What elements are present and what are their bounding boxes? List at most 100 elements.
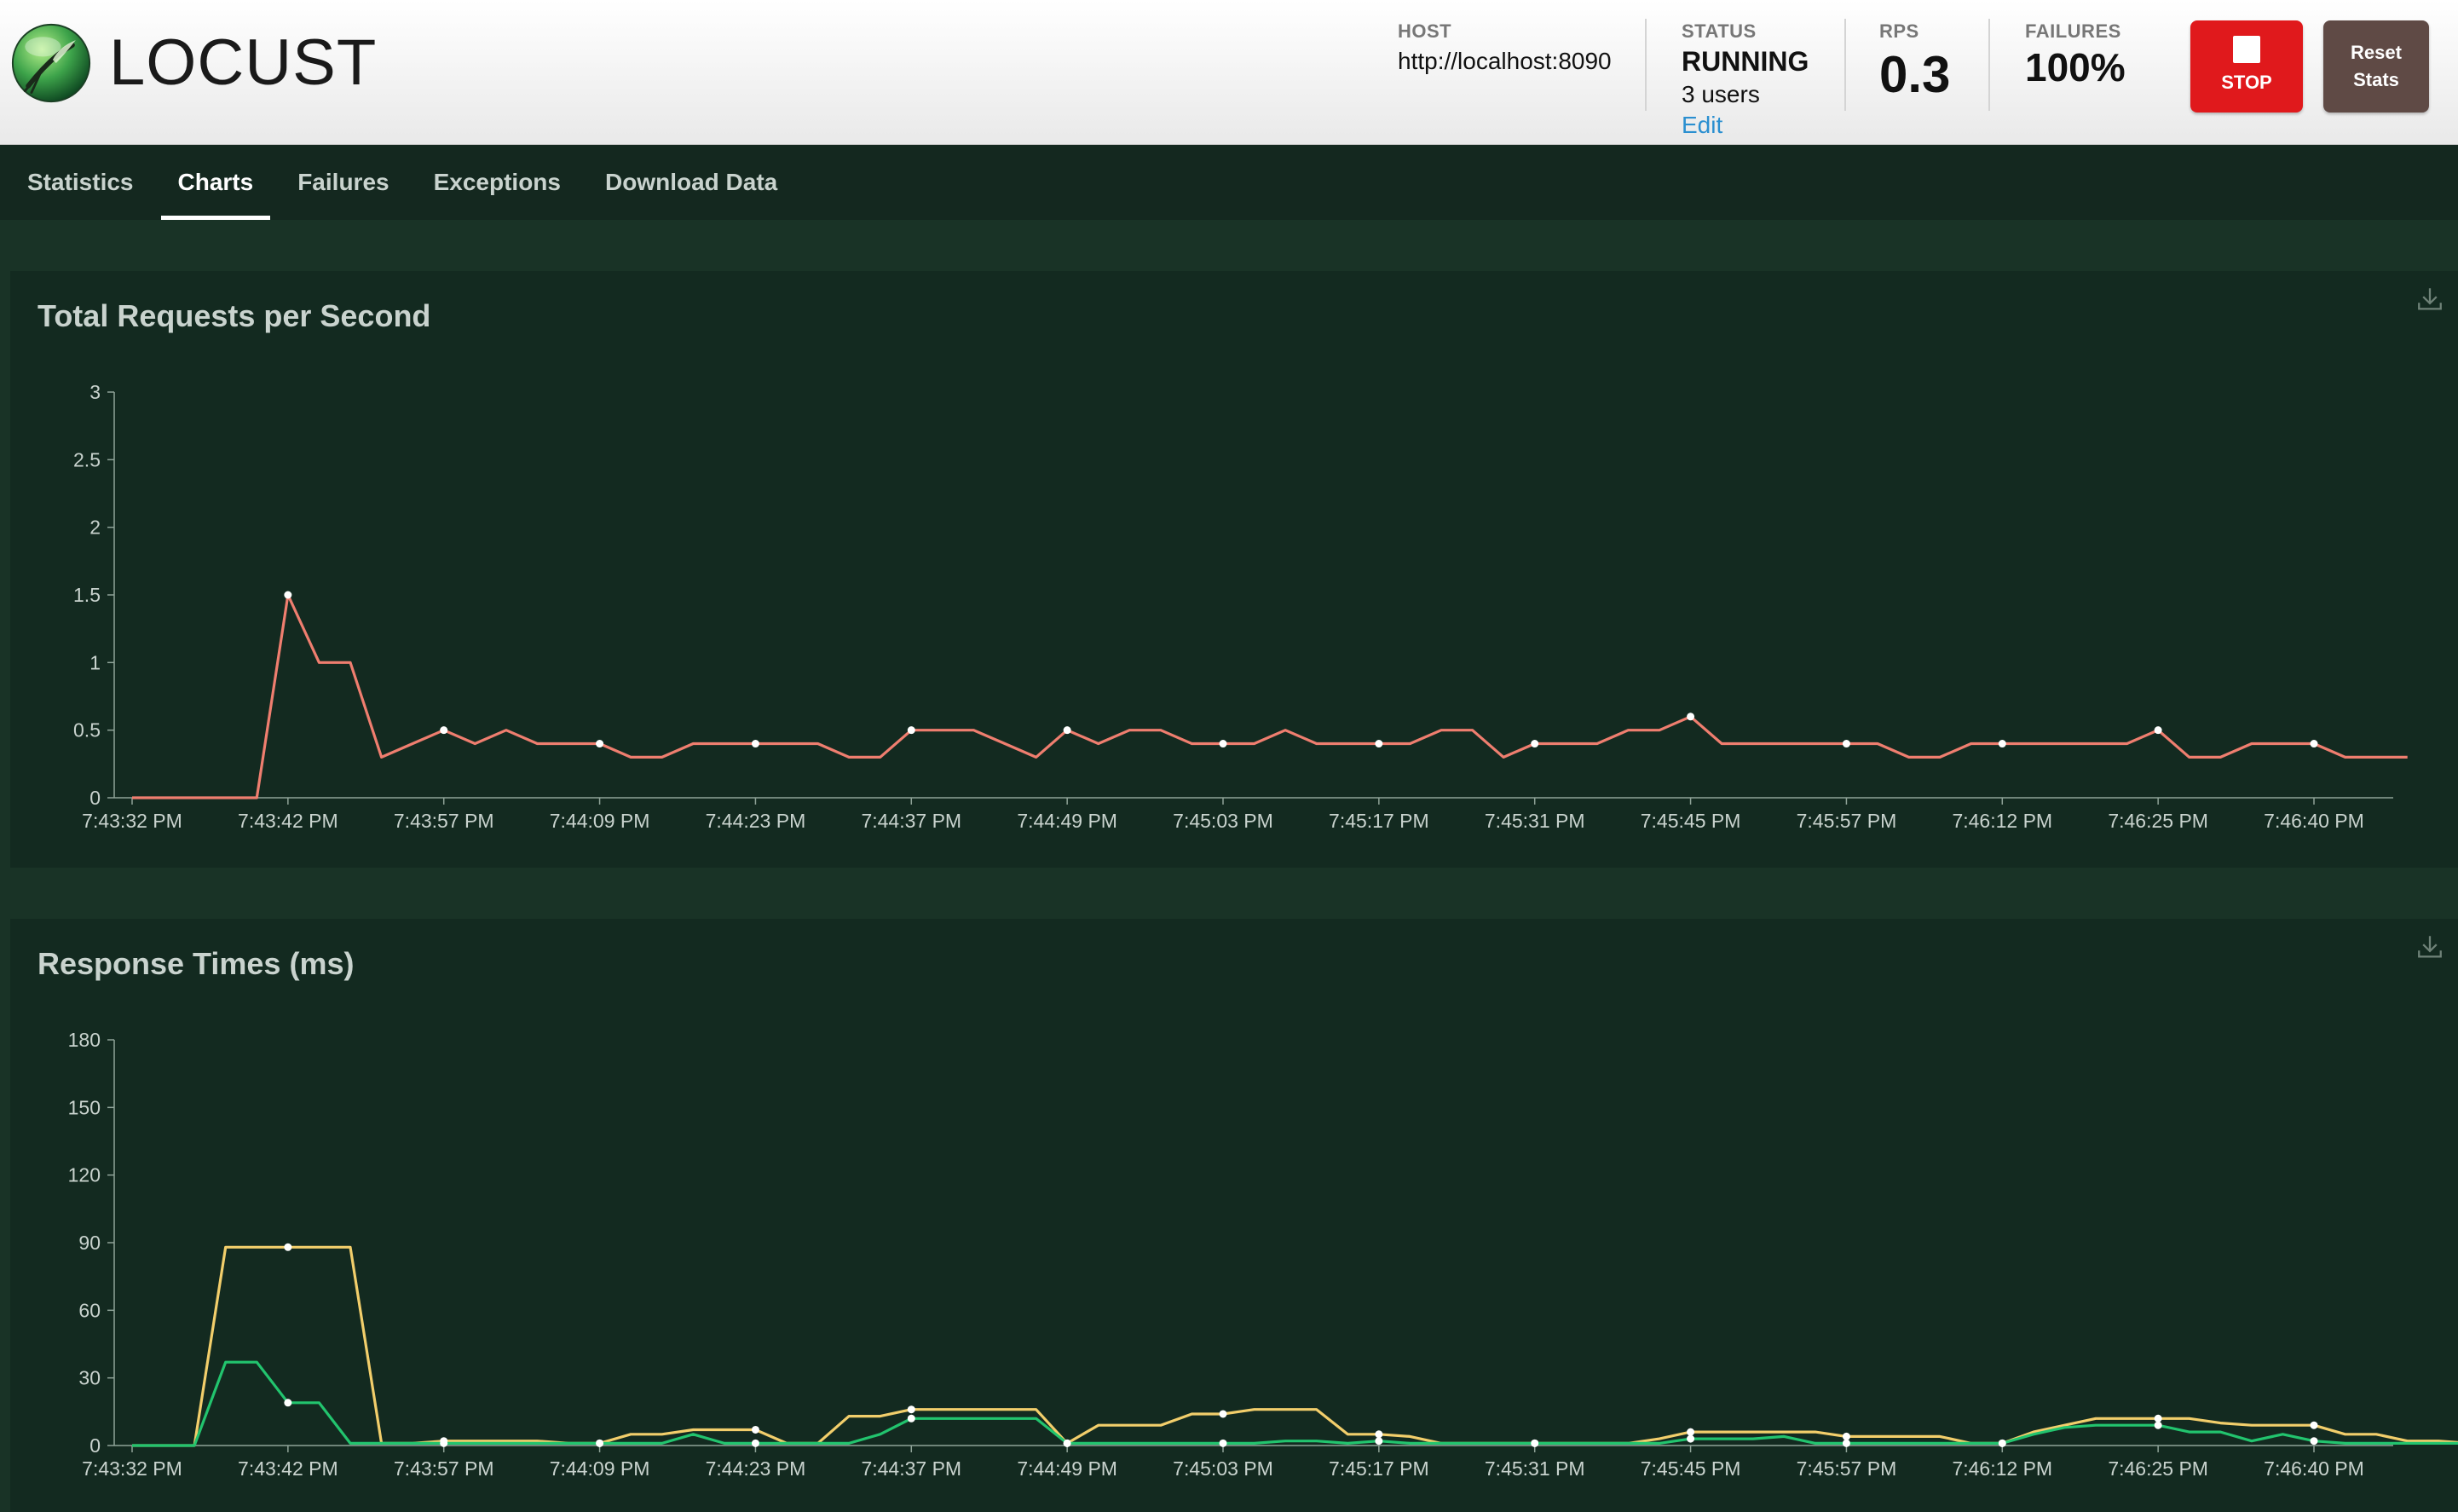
x-tick-label: 7:43:57 PM xyxy=(394,1457,494,1480)
reset-stats-button[interactable]: Reset Stats xyxy=(2323,20,2429,113)
data-point xyxy=(1842,740,1850,748)
data-point xyxy=(907,726,915,735)
data-point xyxy=(596,740,604,748)
y-tick-label: 60 xyxy=(78,1299,101,1321)
data-point xyxy=(1375,1437,1383,1446)
x-tick-label: 7:43:57 PM xyxy=(394,810,494,832)
data-point xyxy=(284,1243,292,1251)
y-tick-label: 0 xyxy=(89,1434,101,1457)
status-value: RUNNING xyxy=(1682,46,1809,77)
data-point xyxy=(751,1439,759,1447)
stop-label: STOP xyxy=(2221,72,2272,93)
data-point xyxy=(2154,1421,2162,1429)
y-tick-label: 90 xyxy=(78,1232,101,1254)
tab-bar: Statistics Charts Failures Exceptions Do… xyxy=(0,145,2458,220)
rps-label: RPS xyxy=(1879,20,1919,42)
data-point xyxy=(1531,1439,1539,1447)
download-icon[interactable] xyxy=(2415,932,2444,961)
app-name: LOCUST xyxy=(109,26,378,99)
failures-value: 100% xyxy=(2025,45,2126,89)
tab-failures[interactable]: Failures xyxy=(280,145,406,220)
data-point xyxy=(1375,1430,1383,1439)
x-tick-label: 7:45:57 PM xyxy=(1797,810,1897,832)
failures-stat: FAILURES 100% xyxy=(2025,20,2126,87)
data-point xyxy=(1687,1434,1695,1443)
data-point xyxy=(907,1414,915,1423)
status-stat: STATUS RUNNING 3 users Edit xyxy=(1682,20,1809,139)
y-tick-label: 0.5 xyxy=(73,719,101,742)
data-point xyxy=(1375,740,1383,748)
response-times-chart: 0 30 60 90 120 150 180 7:43:32 PM 7:43:42 PM 7:43… xyxy=(68,1029,2458,1480)
data-point xyxy=(2310,740,2318,748)
x-tick-label: 7:46:40 PM xyxy=(2264,1457,2364,1480)
download-icon[interactable] xyxy=(2415,285,2444,314)
x-tick-label: 7:46:12 PM xyxy=(1952,810,2052,832)
x-tick-label: 7:44:37 PM xyxy=(861,1457,961,1480)
tab-exceptions[interactable]: Exceptions xyxy=(417,145,578,220)
x-tick-label: 7:44:09 PM xyxy=(550,1457,650,1480)
x-tick-label: 7:44:49 PM xyxy=(1017,810,1117,832)
data-point xyxy=(1531,740,1539,748)
y-tick-label: 180 xyxy=(68,1029,101,1051)
y-tick-label: 1 xyxy=(89,651,101,673)
header-divider xyxy=(1844,19,1846,111)
failures-label: FAILURES xyxy=(2025,20,2121,42)
y-tick-label: 120 xyxy=(68,1164,101,1186)
x-tick-label: 7:43:32 PM xyxy=(82,1457,182,1480)
tab-statistics[interactable]: Statistics xyxy=(10,145,151,220)
data-point xyxy=(1998,740,2006,748)
y-tick-label: 150 xyxy=(68,1096,101,1118)
response-times-chart-panel: 0 30 60 90 120 150 180 7:43:32 PM 7:43:42 PM 7:43… xyxy=(10,919,2458,1512)
top-header: LOCUST HOST http://localhost:8090 STATUS… xyxy=(0,0,2458,145)
data-point xyxy=(2310,1421,2318,1429)
data-point xyxy=(907,1405,915,1414)
locust-logo[interactable]: LOCUST xyxy=(10,22,377,104)
y-tick-label: 0 xyxy=(89,787,101,809)
data-point xyxy=(284,1399,292,1407)
y-tick-label: 1.5 xyxy=(73,584,101,606)
rps-value: 0.3 xyxy=(1879,46,1951,103)
stop-button[interactable]: STOP xyxy=(2190,20,2303,113)
header-divider xyxy=(1988,19,1990,111)
data-point xyxy=(2154,1414,2162,1423)
rps-chart: 0 0.5 1 1.5 2 2.5 3 7:43:32 PM 7:43:42 PM 7:43:57… xyxy=(73,381,2408,832)
header-divider xyxy=(1645,19,1647,111)
data-point xyxy=(1063,726,1071,735)
data-point xyxy=(596,1439,604,1447)
stop-icon xyxy=(2233,36,2260,63)
series-line xyxy=(132,1245,2458,1447)
rps-chart-title: Total Requests per Second xyxy=(38,298,431,333)
data-point xyxy=(1219,1439,1227,1447)
data-point xyxy=(1687,713,1695,721)
tab-download-data[interactable]: Download Data xyxy=(588,145,794,220)
host-stat: HOST http://localhost:8090 xyxy=(1398,20,1612,75)
data-point xyxy=(1687,1428,1695,1436)
edit-users-link[interactable]: Edit xyxy=(1682,112,1809,139)
x-tick-label: 7:43:42 PM xyxy=(238,810,338,832)
rps-stat: RPS 0.3 xyxy=(1879,20,1950,101)
data-point xyxy=(1842,1432,1850,1440)
data-point xyxy=(1842,1439,1850,1447)
user-count: 3 users xyxy=(1682,81,1760,107)
x-tick-label: 7:46:40 PM xyxy=(2264,810,2364,832)
x-tick-label: 7:45:31 PM xyxy=(1485,1457,1585,1480)
y-tick-label: 2 xyxy=(89,517,101,539)
data-point xyxy=(2310,1437,2318,1446)
data-point xyxy=(1998,1439,2006,1447)
x-tick-label: 7:45:45 PM xyxy=(1641,1457,1741,1480)
x-tick-label: 7:44:37 PM xyxy=(861,810,961,832)
x-tick-label: 7:45:17 PM xyxy=(1329,1457,1429,1480)
x-tick-label: 7:44:49 PM xyxy=(1017,1457,1117,1480)
locust-logo-icon xyxy=(11,23,91,103)
x-tick-label: 7:46:25 PM xyxy=(2108,1457,2208,1480)
tab-charts[interactable]: Charts xyxy=(160,145,271,220)
x-tick-label: 7:45:17 PM xyxy=(1329,810,1429,832)
data-point xyxy=(1063,1439,1071,1447)
x-tick-label: 7:43:32 PM xyxy=(82,810,182,832)
rps-chart-panel: 0 0.5 1 1.5 2 2.5 3 7:43:32 PM 7:43:42 PM 7:43:57… xyxy=(10,271,2458,868)
x-tick-label: 7:45:31 PM xyxy=(1485,810,1585,832)
status-label: STATUS xyxy=(1682,20,1757,42)
x-tick-label: 7:44:23 PM xyxy=(706,1457,806,1480)
data-point xyxy=(751,740,759,748)
host-label: HOST xyxy=(1398,20,1452,42)
